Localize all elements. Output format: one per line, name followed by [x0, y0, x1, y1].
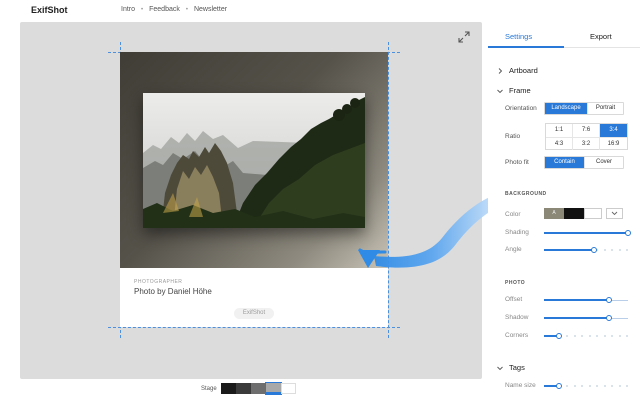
color-swatch[interactable] [584, 208, 602, 219]
name-size-label: Name size [505, 382, 536, 389]
photographer-label: PHOTOGRAPHER [134, 279, 183, 285]
offset-label: Offset [505, 296, 523, 303]
photo-fit-label: Photo fit [505, 159, 529, 166]
ratio-option[interactable]: 7:6 [573, 124, 600, 138]
stage-swatch[interactable] [250, 383, 266, 394]
stage-swatch[interactable] [280, 383, 296, 394]
color-dropdown-button[interactable] [606, 208, 623, 219]
nav-link-newsletter[interactable]: Newsletter [194, 6, 227, 13]
color-picker: A [544, 208, 623, 219]
slider-fill [544, 249, 595, 251]
active-tab-indicator [488, 46, 564, 48]
shading-label: Shading [505, 229, 529, 236]
section-title: Tags [509, 363, 525, 372]
ratio-option[interactable]: 4:3 [546, 137, 573, 150]
stage-swatch[interactable] [220, 383, 236, 394]
photo-fit-toggle: Contain Cover [544, 156, 624, 169]
orientation-portrait-button[interactable]: Portrait [588, 103, 623, 114]
nav-separator: • [141, 6, 144, 13]
section-frame[interactable]: Frame [496, 86, 531, 95]
name-size-slider[interactable] [544, 382, 628, 390]
chevron-right-icon [498, 67, 503, 74]
panel-tabs: Settings Export [488, 28, 640, 48]
photo-fit-contain-button[interactable]: Contain [545, 157, 585, 168]
angle-slider[interactable] [544, 246, 628, 254]
background-heading: BACKGROUND [505, 191, 547, 197]
slider-handle[interactable] [605, 297, 612, 303]
chevron-down-icon [611, 211, 618, 216]
tab-export[interactable]: Export [590, 32, 612, 41]
corners-slider[interactable] [544, 332, 628, 340]
slider-handle[interactable] [556, 383, 563, 389]
nav-separator: • [185, 6, 188, 13]
shadow-slider[interactable] [544, 314, 628, 322]
orientation-landscape-button[interactable]: Landscape [545, 103, 588, 114]
stage-swatch[interactable] [264, 382, 282, 395]
slider-fill [544, 317, 609, 319]
tab-settings[interactable]: Settings [505, 32, 532, 41]
top-bar: ExifShot Intro • Feedback • Newsletter [0, 0, 488, 20]
orientation-toggle: Landscape Portrait [544, 102, 624, 115]
mountain-landscape-image [143, 93, 365, 228]
artboard-card[interactable]: PHOTOGRAPHER Photo by Daniel Höhe ExifSh… [120, 52, 388, 327]
slider-handle[interactable] [605, 315, 612, 321]
expand-icon[interactable] [458, 31, 470, 43]
ratio-option[interactable]: 3:4 [600, 124, 627, 138]
color-label: Color [505, 211, 521, 218]
section-tags[interactable]: Tags [496, 363, 525, 372]
nav-link-feedback[interactable]: Feedback [149, 6, 180, 13]
stage-selector: Stage [201, 382, 296, 395]
section-title: Artboard [509, 66, 538, 75]
corners-label: Corners [505, 332, 529, 339]
photo-heading: PHOTO [505, 280, 526, 286]
slider-handle[interactable] [591, 247, 598, 253]
stage-swatch[interactable] [235, 383, 251, 394]
photo-credit[interactable]: Photo by Daniel Höhe [134, 287, 212, 296]
ratio-label: Ratio [505, 133, 521, 140]
ratio-option[interactable]: 3:2 [573, 137, 600, 150]
slider-fill [544, 299, 609, 301]
watermark-badge: ExifShot [234, 308, 274, 319]
color-swatch[interactable] [564, 208, 584, 219]
artboard-guide-right [388, 42, 389, 338]
chevron-down-icon [497, 89, 503, 93]
slider-handle[interactable] [556, 333, 563, 339]
offset-slider[interactable] [544, 296, 628, 304]
editor-canvas: PHOTOGRAPHER Photo by Daniel Höhe ExifSh… [20, 22, 482, 379]
artboard-guide-bottom [108, 327, 400, 328]
stage-label: Stage [201, 385, 217, 392]
shading-slider[interactable] [544, 229, 631, 237]
angle-label: Angle [505, 246, 522, 253]
ratio-option[interactable]: 16:9 [600, 138, 627, 151]
photo-fit-cover-button[interactable]: Cover [585, 157, 623, 168]
ratio-options: 1:1 7:6 3:4 4:3 3:2 16:9 [545, 123, 628, 150]
settings-panel: Settings Export Artboard Frame Orientati… [488, 0, 640, 400]
slider-fill [544, 232, 628, 234]
mountain-photo[interactable] [143, 93, 365, 228]
app-title[interactable]: ExifShot [31, 5, 68, 15]
orientation-label: Orientation [505, 105, 537, 112]
nav-link-intro[interactable]: Intro [121, 6, 135, 13]
section-title: Frame [509, 86, 531, 95]
slider-handle[interactable] [625, 230, 631, 236]
shadow-label: Shadow [505, 314, 529, 321]
chevron-down-icon [497, 366, 503, 370]
color-swatch[interactable]: A [544, 208, 564, 219]
ratio-option[interactable]: 1:1 [546, 124, 573, 138]
section-artboard[interactable]: Artboard [496, 66, 538, 75]
top-nav: Intro • Feedback • Newsletter [121, 6, 227, 13]
